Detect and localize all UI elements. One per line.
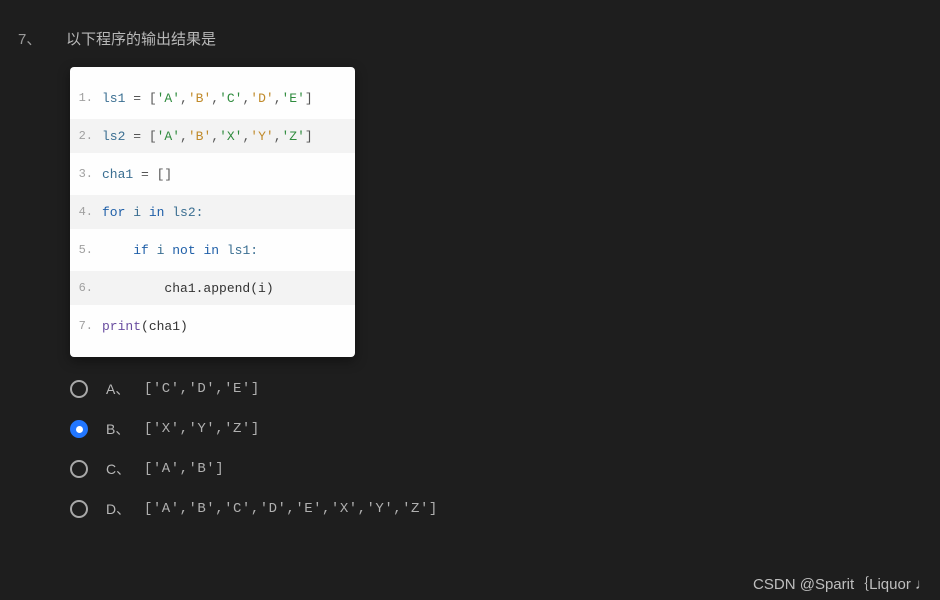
code-line: 1.ls1 = ['A','B','C','D','E'] (70, 81, 355, 115)
code-content: ls1 = ['A','B','C','D','E'] (102, 91, 313, 106)
code-line: 6. cha1.append(i) (70, 271, 355, 305)
option-letter: D、 (106, 499, 144, 519)
option-text: ['A','B'] (144, 461, 224, 477)
watermark: CSDN @Sparit｛Liquor ♩ (753, 573, 930, 594)
code-line: 2.ls2 = ['A','B','X','Y','Z'] (70, 119, 355, 153)
line-number: 7. (70, 319, 102, 333)
line-number: 6. (70, 281, 102, 295)
option-text: ['A','B','C','D','E','X','Y','Z'] (144, 501, 438, 517)
line-number: 4. (70, 205, 102, 219)
radio-icon[interactable] (70, 380, 88, 398)
code-line: 4.for i in ls2: (70, 195, 355, 229)
radio-icon[interactable] (70, 460, 88, 478)
option-a[interactable]: A、['C','D','E'] (70, 379, 940, 399)
radio-icon[interactable] (70, 500, 88, 518)
question-header: 7、 以下程序的输出结果是 (0, 0, 940, 49)
code-line: 5. if i not in ls1: (70, 233, 355, 267)
code-content: print(cha1) (102, 319, 188, 334)
option-text: ['C','D','E'] (144, 381, 260, 397)
line-number: 3. (70, 167, 102, 181)
code-block: 1.ls1 = ['A','B','C','D','E'] 2.ls2 = ['A… (70, 67, 355, 357)
option-letter: A、 (106, 379, 144, 399)
code-line: 3.cha1 = [] (70, 157, 355, 191)
code-line: 7.print(cha1) (70, 309, 355, 343)
line-number: 5. (70, 243, 102, 257)
code-content: cha1 = [] (102, 167, 172, 182)
option-letter: C、 (106, 459, 144, 479)
line-number: 2. (70, 129, 102, 143)
option-d[interactable]: D、['A','B','C','D','E','X','Y','Z'] (70, 499, 940, 519)
code-content: ls2 = ['A','B','X','Y','Z'] (102, 129, 313, 144)
code-content: cha1.append(i) (102, 281, 274, 296)
option-text: ['X','Y','Z'] (144, 421, 260, 437)
option-b[interactable]: B、['X','Y','Z'] (70, 419, 940, 439)
line-number: 1. (70, 91, 102, 105)
question-number: 7、 (18, 28, 66, 49)
code-content: if i not in ls1: (102, 243, 258, 258)
option-c[interactable]: C、['A','B'] (70, 459, 940, 479)
radio-icon[interactable] (70, 420, 88, 438)
options-container: A、['C','D','E']B、['X','Y','Z']C、['A','B'… (70, 379, 940, 519)
question-text: 以下程序的输出结果是 (66, 28, 216, 49)
code-content: for i in ls2: (102, 205, 203, 220)
option-letter: B、 (106, 419, 144, 439)
